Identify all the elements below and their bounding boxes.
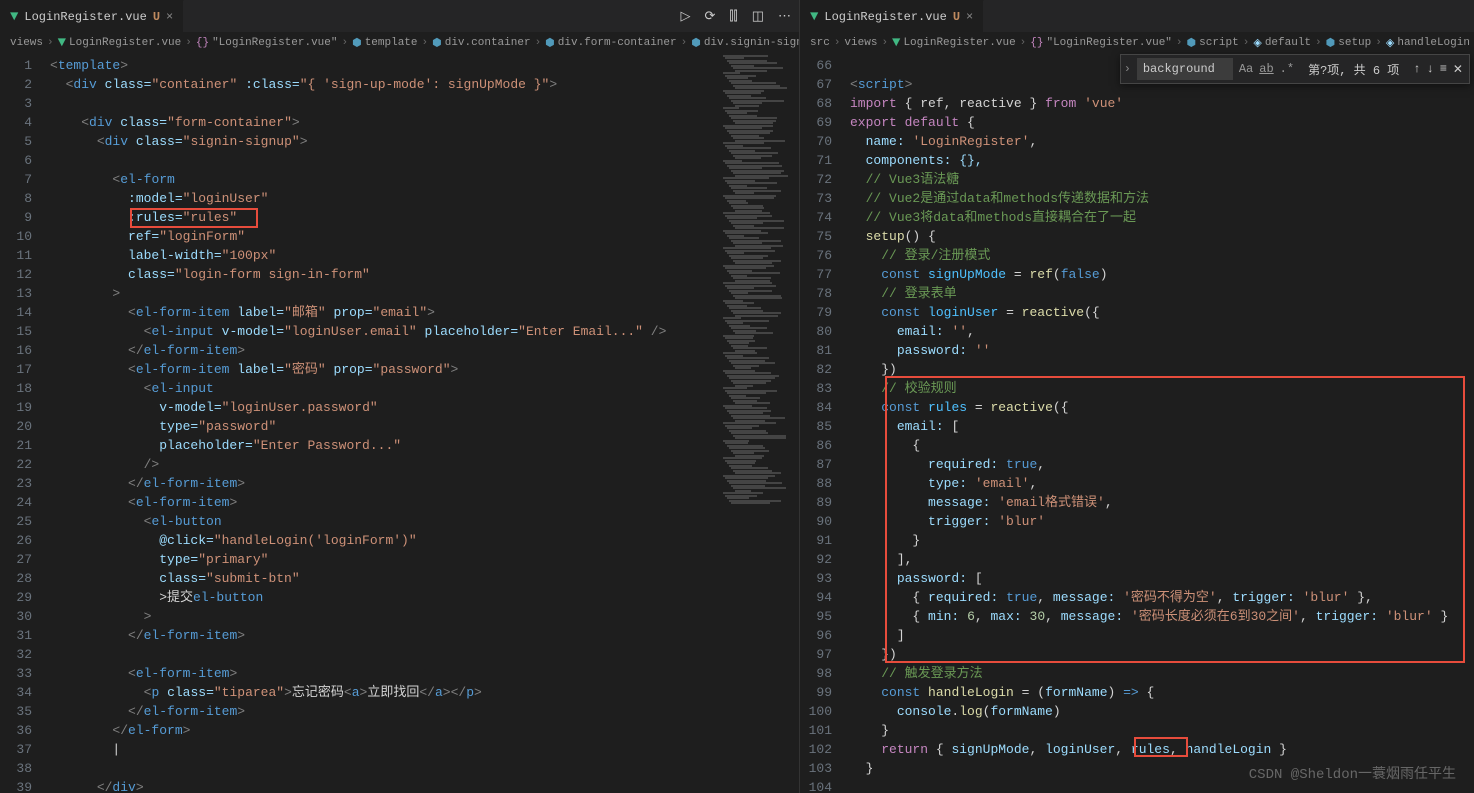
search-toggle-icon[interactable]: › (1121, 62, 1135, 76)
close-icon[interactable]: × (166, 10, 173, 24)
breadcrumb-right[interactable]: src › views › ▼LoginRegister.vue › {}"Lo… (800, 32, 1474, 54)
prev-match-icon[interactable]: ↑ (1413, 62, 1420, 77)
find-in-selection-icon[interactable]: ≡ (1440, 62, 1447, 77)
search-result-count: 第?项, 共 6 项 (1300, 61, 1407, 78)
tab-bar-right: ▼ LoginRegister.vue U × (800, 0, 1474, 32)
run-icon[interactable]: ▷ (680, 9, 690, 24)
code-editor-right[interactable]: <script> import { ref, reactive } from '… (850, 54, 1474, 793)
breadcrumb-left[interactable]: views › ▼LoginRegister.vue › {}"LoginReg… (0, 32, 799, 54)
close-search-icon[interactable]: ✕ (1453, 62, 1463, 77)
split-icon[interactable]: ◫ (752, 9, 764, 24)
history-icon[interactable]: ⟳ (704, 9, 715, 24)
search-widget: › Aa ab .* 第?项, 共 6 项 ↑ ↓ ≡ ✕ (1120, 54, 1470, 84)
minimap-left[interactable] (719, 54, 799, 793)
code-editor-left[interactable]: <template> <div class="container" :class… (50, 54, 719, 793)
more-icon[interactable]: ⋯ (778, 9, 791, 24)
bc-views: views (10, 37, 43, 49)
close-icon[interactable]: × (966, 10, 973, 24)
vue-file-icon: ▼ (10, 9, 18, 25)
tab-git-status: U (953, 10, 960, 24)
diff-icon[interactable]: ⫿⫿ (729, 9, 737, 24)
tab-loginregister-left[interactable]: ▼ LoginRegister.vue U × (0, 0, 184, 32)
whole-word-icon[interactable]: ab (1259, 62, 1273, 76)
tab-git-status: U (153, 10, 160, 24)
vue-file-icon: ▼ (892, 35, 900, 51)
csdn-watermark: CSDN @Sheldon一蓑烟雨任平生 (1249, 763, 1456, 783)
regex-icon[interactable]: .* (1280, 62, 1294, 76)
match-case-icon[interactable]: Aa (1239, 62, 1253, 76)
search-input[interactable] (1137, 58, 1233, 80)
tab-bar-left: ▼ LoginRegister.vue U × ▷ ⟳ ⫿⫿ ◫ ⋯ (0, 0, 799, 32)
vue-file-icon: ▼ (58, 35, 66, 51)
line-gutter-left: 1 2 3 4 5 6 7 8 9 10 11 12 13 14 15 16 1… (0, 54, 50, 793)
tab-loginregister-right[interactable]: ▼ LoginRegister.vue U × (800, 0, 984, 32)
vue-file-icon: ▼ (810, 9, 818, 25)
line-gutter-right: 66 67 68 69 70 71 72 73 74 75 76 77 78 7… (800, 54, 850, 793)
next-match-icon[interactable]: ↓ (1427, 62, 1434, 77)
tab-filename: LoginRegister.vue (24, 10, 146, 24)
tab-filename: LoginRegister.vue (824, 10, 946, 24)
